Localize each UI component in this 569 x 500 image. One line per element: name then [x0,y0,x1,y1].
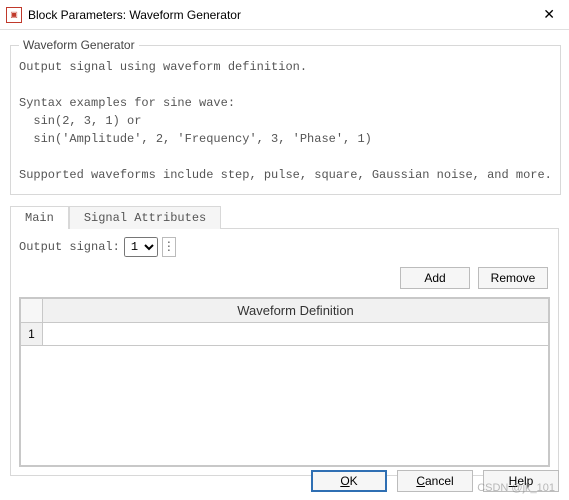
waveform-generator-group: Waveform Generator Output signal using w… [10,38,561,195]
rownum-header [21,299,43,323]
table-empty-area [21,346,549,466]
row-value-cell[interactable] [43,323,549,346]
title-bar: ▣ Block Parameters: Waveform Generator ✕ [0,0,569,30]
table-toolbar: Add Remove [19,257,550,297]
tab-body-main: Output signal: 1 ⋮ Add Remove Waveform D… [10,228,559,476]
output-signal-label: Output signal: [19,240,120,254]
remove-button[interactable]: Remove [478,267,548,289]
group-description: Output signal using waveform definition.… [19,58,552,184]
content-area: Waveform Generator Output signal using w… [0,30,569,476]
tab-signal-attributes[interactable]: Signal Attributes [69,206,221,229]
ok-button[interactable]: OK [311,470,387,492]
close-icon[interactable]: ✕ [539,6,559,23]
row-number: 1 [21,323,43,346]
table-row[interactable]: 1 [21,323,549,346]
waveform-table: Waveform Definition 1 [19,297,550,467]
output-signal-select[interactable]: 1 [124,237,158,257]
cancel-button[interactable]: Cancel [397,470,473,492]
tab-strip: Main Signal Attributes [10,205,559,228]
add-button[interactable]: Add [400,267,470,289]
tab-main[interactable]: Main [10,206,69,229]
waveform-definition-header: Waveform Definition [43,299,549,323]
output-signal-row: Output signal: 1 ⋮ [19,237,550,257]
output-signal-actions-button[interactable]: ⋮ [162,237,176,257]
app-icon: ▣ [6,7,22,23]
group-legend: Waveform Generator [19,38,139,52]
help-button[interactable]: Help [483,470,559,492]
tabs-container: Main Signal Attributes Output signal: 1 … [10,205,559,476]
footer-buttons: OK Cancel Help [311,470,559,492]
window-title: Block Parameters: Waveform Generator [28,8,539,22]
